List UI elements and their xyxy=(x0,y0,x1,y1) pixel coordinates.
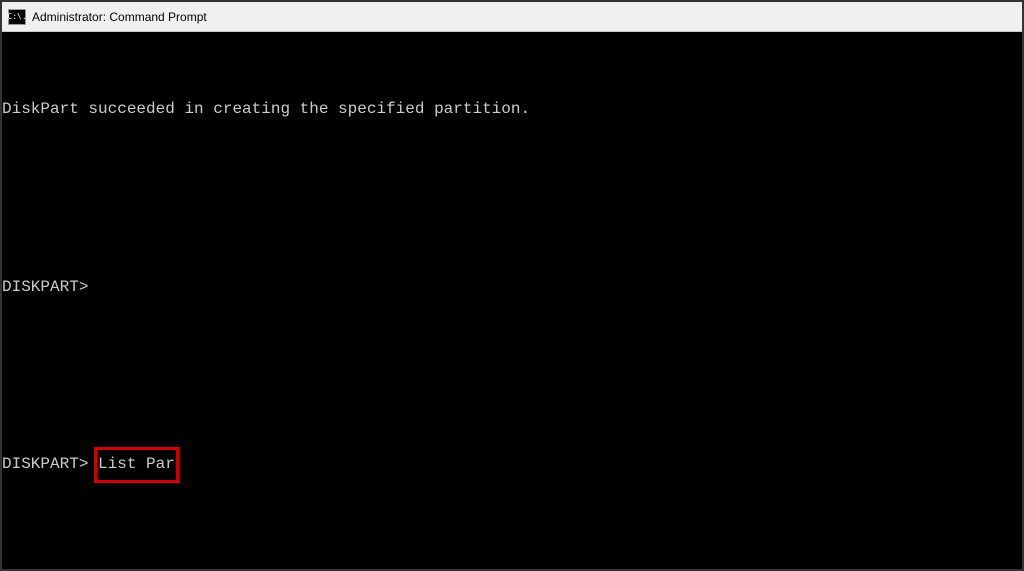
prompt-line: DISKPART> List Par xyxy=(2,450,1022,480)
terminal-area[interactable]: DiskPart succeeded in creating the speci… xyxy=(2,32,1022,569)
output-line xyxy=(2,539,1022,569)
window-title: Administrator: Command Prompt xyxy=(32,10,207,24)
output-line xyxy=(2,184,1022,214)
cmd-icon: C:\. xyxy=(8,9,26,25)
prompt: DISKPART> xyxy=(2,455,98,473)
output-line xyxy=(2,362,1022,392)
output-line: DiskPart succeeded in creating the speci… xyxy=(2,95,1022,125)
highlighted-command-list-par: List Par xyxy=(98,450,175,480)
prompt-line: DISKPART> xyxy=(2,273,1022,303)
window-titlebar[interactable]: C:\. Administrator: Command Prompt xyxy=(2,2,1022,32)
